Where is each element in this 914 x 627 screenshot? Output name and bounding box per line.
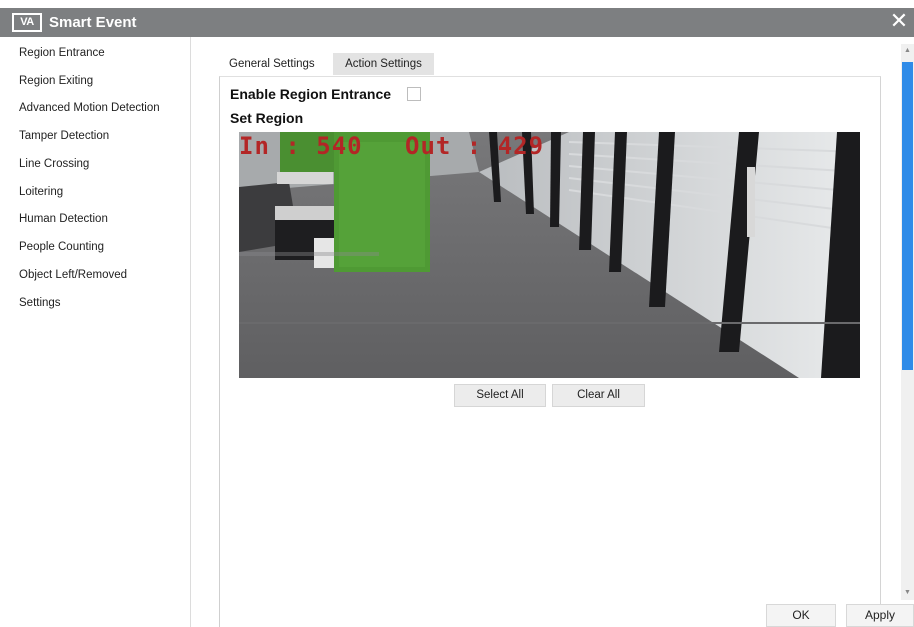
scroll-up-arrow-icon[interactable]: ▲ [901,46,914,56]
sidebar-item-people-counting[interactable]: People Counting [19,241,104,253]
sidebar-item-region-exiting[interactable]: Region Exiting [19,75,93,87]
clear-all-button[interactable]: Clear All [552,384,645,407]
sidebar-item-human-detection[interactable]: Human Detection [19,213,108,225]
set-region-label: Set Region [230,110,304,126]
ok-button[interactable]: OK [766,604,836,627]
enable-region-entrance-label: Enable Region Entrance [230,86,392,102]
apply-button[interactable]: Apply [846,604,914,627]
camera-scene [239,132,860,378]
main-content: General Settings Action Settings Enable … [191,37,914,627]
sidebar-item-tamper-detection[interactable]: Tamper Detection [19,130,109,142]
va-logo-icon: VA [12,13,42,32]
scroll-thumb[interactable] [902,62,913,370]
sidebar: Region Entrance Region Exiting Advanced … [0,37,191,627]
counter-out-overlay: Out : 429 [405,132,545,160]
tab-general-settings[interactable]: General Settings [221,53,329,75]
sidebar-item-settings[interactable]: Settings [19,297,61,309]
scroll-down-arrow-icon[interactable]: ▼ [901,588,914,598]
sidebar-item-region-entrance[interactable]: Region Entrance [19,47,105,59]
close-icon[interactable]: ✕ [888,10,910,34]
sidebar-item-object-left-removed[interactable]: Object Left/Removed [19,269,127,281]
select-all-button[interactable]: Select All [454,384,546,407]
tab-action-settings[interactable]: Action Settings [333,53,434,75]
sidebar-item-line-crossing[interactable]: Line Crossing [19,158,89,170]
camera-preview[interactable]: In : 540 Out : 429 [239,132,860,378]
title-bar: VA Smart Event ✕ [0,8,914,37]
counter-in-overlay: In : 540 [239,132,363,160]
sidebar-item-advanced-motion-detection[interactable]: Advanced Motion Detection [19,102,160,114]
vertical-scrollbar[interactable]: ▲ ▼ [901,44,914,600]
sidebar-item-loitering[interactable]: Loitering [19,186,63,198]
enable-region-entrance-checkbox[interactable] [407,87,421,101]
window-title: Smart Event [49,14,137,31]
